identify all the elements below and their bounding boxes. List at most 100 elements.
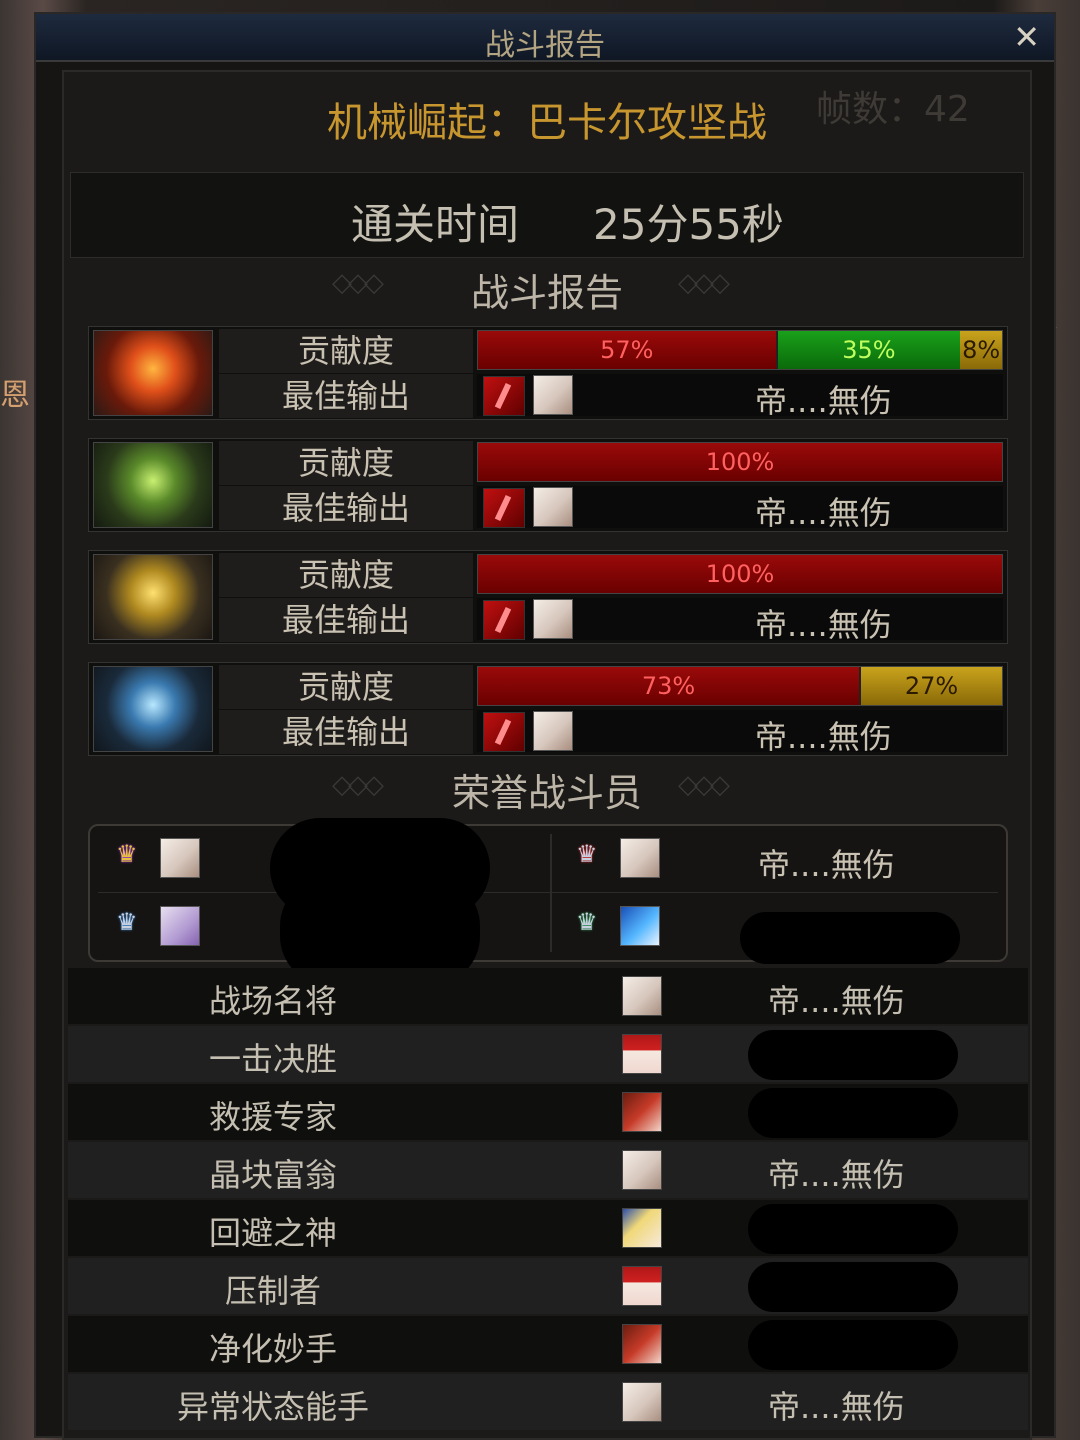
player-portrait[interactable] [622, 1324, 662, 1364]
window-title: 战斗报告 [485, 28, 605, 63]
poison-dragon-icon [93, 442, 213, 528]
award-title: 救援专家 [208, 1098, 337, 1136]
award-title: 异常状态能手 [176, 1388, 369, 1426]
award-title: 压制者 [224, 1272, 321, 1310]
contribution-label: 贡献度 [219, 441, 473, 485]
section-honor-title: 荣誉战斗员 [451, 771, 642, 815]
best-output-cell: 帝....無伤 [477, 374, 1003, 420]
title-bar[interactable]: 战斗报告 ✕ [36, 14, 1054, 63]
honor-player-name: 帝....無伤 [758, 846, 895, 884]
clear-time-label: 通关时间 [351, 200, 520, 249]
redacted-name [748, 1262, 958, 1312]
player-portrait[interactable] [622, 1382, 662, 1422]
award-title: 战场名将 [208, 982, 337, 1020]
boss-contribution-row: 贡献度 最佳输出 57% 35% 8% 帝....無伤 [88, 326, 1008, 420]
contribution-segment: 73% [478, 667, 860, 705]
awards-table: 战场名将 帝....無伤 一击决胜 救援专家 晶块富翁 帝....無伤 回避之神 压制者 净化妙… [68, 968, 1028, 1432]
award-player-name: 帝....無伤 [768, 982, 905, 1020]
award-row: 一击决胜 [68, 1026, 1028, 1082]
best-output-label: 最佳输出 [219, 374, 473, 418]
player-portrait[interactable] [533, 711, 573, 751]
section-battle-report-title: 战斗报告 [470, 271, 623, 315]
weapon-icon [483, 600, 525, 640]
best-output-cell: 帝....無伤 [477, 710, 1003, 756]
contribution-segment: 57% [478, 331, 776, 369]
ornament-right-icon: ◇◇◇ [678, 268, 730, 298]
redacted-name [740, 912, 960, 964]
boss-contribution-row: 贡献度 最佳输出 100% 帝....無伤 [88, 438, 1008, 532]
clear-time-value: 25分55秒 [593, 200, 784, 249]
player-portrait[interactable] [622, 1092, 662, 1132]
ornament-right-icon: ◇◇◇ [678, 770, 730, 800]
player-portrait[interactable] [160, 906, 200, 946]
award-row: 晶块富翁 帝....無伤 [68, 1142, 1028, 1198]
contribution-segment: 8% [960, 331, 1002, 369]
award-row: 异常状态能手 帝....無伤 [68, 1374, 1028, 1430]
award-row: 净化妙手 [68, 1316, 1028, 1372]
best-player-name: 帝....無伤 [755, 382, 892, 420]
contribution-bar: 73% 27% [477, 666, 1003, 706]
fire-dragon-icon [93, 330, 213, 416]
contribution-segment: 100% [478, 555, 1002, 593]
game-screen: { "window": { "title": "战斗报告", "close_la… [0, 0, 1080, 1440]
award-row: 救援专家 [68, 1084, 1028, 1140]
player-portrait[interactable] [533, 599, 573, 639]
award-player-name: 帝....無伤 [768, 1156, 905, 1194]
best-player-name: 帝....無伤 [755, 606, 892, 644]
best-output-label: 最佳输出 [219, 710, 473, 754]
best-output-label: 最佳输出 [219, 598, 473, 642]
award-title: 回避之神 [208, 1214, 337, 1252]
ice-dragon-icon [93, 666, 213, 752]
player-portrait[interactable] [622, 1034, 662, 1074]
weapon-icon [483, 712, 525, 752]
award-row: 压制者 [68, 1258, 1028, 1314]
player-portrait[interactable] [622, 976, 662, 1016]
contribution-segment: 100% [478, 443, 1002, 481]
award-row: 战场名将 帝....無伤 [68, 968, 1028, 1024]
best-output-cell: 帝....無伤 [477, 598, 1003, 644]
gold-crown-icon: ♛ [116, 840, 138, 868]
player-portrait[interactable] [620, 838, 660, 878]
honor-members-box: ♛ ♛ 帝....無伤 ♛ ♛ [88, 818, 1008, 986]
silver-crown-icon: ♛ [576, 840, 598, 868]
best-player-name: 帝....無伤 [755, 718, 892, 756]
dungeon-title: 机械崛起：巴卡尔攻坚战 [327, 100, 767, 146]
contribution-label: 贡献度 [219, 665, 473, 709]
best-output-label: 最佳输出 [219, 486, 473, 530]
best-player-name: 帝....無伤 [755, 494, 892, 532]
award-row: 回避之神 [68, 1200, 1028, 1256]
player-portrait[interactable] [622, 1266, 662, 1306]
award-title: 晶块富翁 [208, 1156, 337, 1194]
close-button[interactable]: ✕ [1013, 18, 1040, 56]
contribution-label: 贡献度 [219, 329, 473, 373]
award-title: 净化妙手 [208, 1330, 337, 1368]
report-panel: 帧数：42 机械崛起：巴卡尔攻坚战 通关时间 25分55秒 ◇◇◇ 战斗报告 ◇… [62, 70, 1032, 1440]
redacted-name [748, 1204, 958, 1254]
contribution-bar: 57% 35% 8% [477, 330, 1003, 370]
contribution-label: 贡献度 [219, 553, 473, 597]
award-title: 一击决胜 [208, 1040, 337, 1078]
redacted-name [748, 1030, 958, 1080]
contribution-bar: 100% [477, 442, 1003, 482]
background-text-left: 恩 [0, 378, 30, 413]
boss-contribution-row: 贡献度 最佳输出 100% 帝....無伤 [88, 550, 1008, 644]
battle-report-window: 战斗报告 ✕ 帧数：42 机械崛起：巴卡尔攻坚战 通关时间 25分55秒 ◇◇◇… [34, 12, 1056, 1440]
player-portrait[interactable] [622, 1150, 662, 1190]
divider [98, 892, 998, 893]
player-portrait[interactable] [533, 375, 573, 415]
earth-dragon-icon [93, 554, 213, 640]
player-portrait[interactable] [533, 487, 573, 527]
weapon-icon [483, 376, 525, 416]
contribution-bar: 100% [477, 554, 1003, 594]
best-output-cell: 帝....無伤 [477, 486, 1003, 532]
redacted-name [748, 1320, 958, 1370]
player-portrait[interactable] [620, 906, 660, 946]
silver-crown-icon: ♛ [116, 908, 138, 936]
player-portrait[interactable] [622, 1208, 662, 1248]
contribution-segment: 27% [859, 667, 1002, 705]
clear-time-box: 通关时间 25分55秒 [70, 172, 1024, 258]
redacted-name [748, 1088, 958, 1138]
player-portrait[interactable] [160, 838, 200, 878]
silver-crown-icon: ♛ [576, 908, 598, 936]
award-player-name: 帝....無伤 [768, 1388, 905, 1426]
